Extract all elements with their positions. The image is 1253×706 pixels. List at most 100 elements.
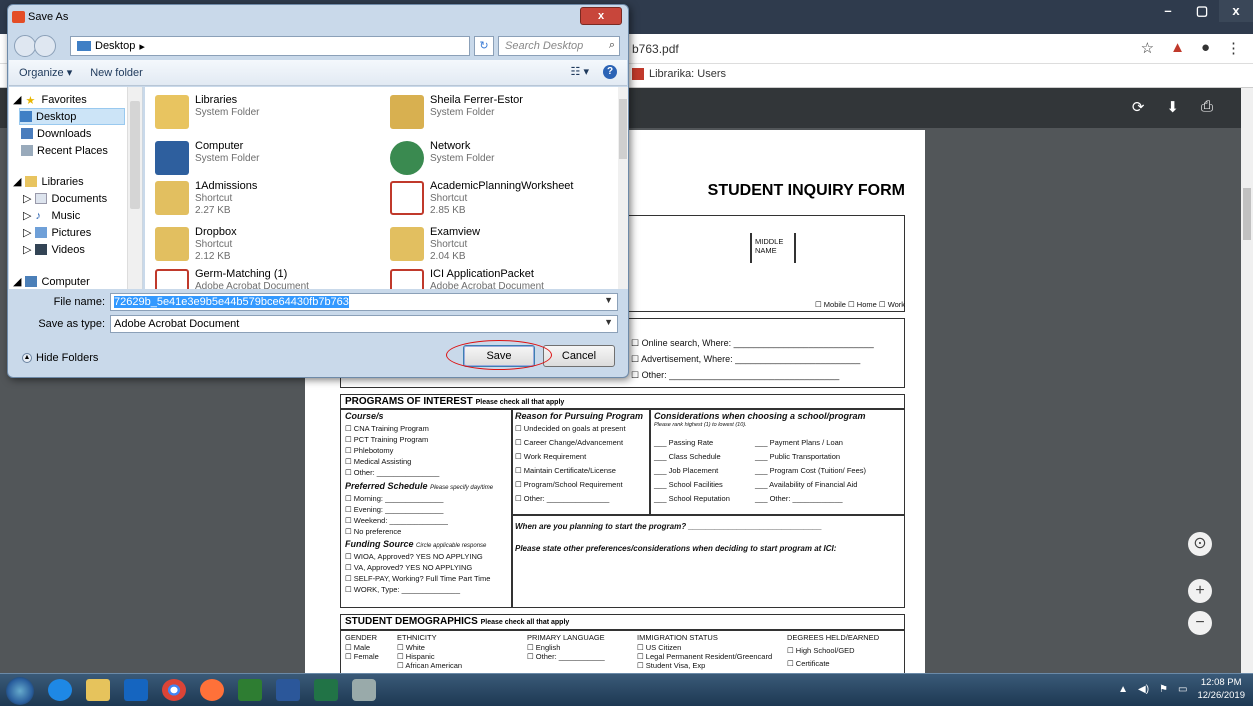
word-icon[interactable] bbox=[276, 679, 300, 701]
nav-downloads[interactable]: Downloads bbox=[21, 125, 91, 142]
file-list: Libraries System Folder Sheila Ferrer-Est… bbox=[145, 87, 618, 289]
help-icon[interactable]: ? bbox=[603, 65, 617, 79]
back-button[interactable] bbox=[14, 35, 36, 57]
course-option: ☐ Medical Assisting bbox=[345, 457, 412, 466]
organize-menu[interactable]: Organize ▾ bbox=[19, 66, 72, 79]
dialog-titlebar[interactable]: Save As x bbox=[8, 5, 628, 29]
star-bookmark-icon[interactable]: ☆ bbox=[1141, 39, 1154, 57]
chrome-icon[interactable] bbox=[162, 679, 186, 701]
file-name-input[interactable]: 72629b_5e41e3e9b5e44b579bce64430fb7b763 ▼ bbox=[110, 293, 618, 311]
file-explorer-icon[interactable] bbox=[86, 679, 110, 701]
breadcrumb-arrow-icon[interactable]: ▸ bbox=[139, 40, 145, 53]
flag-icon[interactable]: ⚑ bbox=[1159, 684, 1168, 695]
start-button[interactable] bbox=[6, 677, 34, 705]
nav-libraries[interactable]: ◢ Libraries bbox=[13, 173, 84, 190]
taskbar: ▲ ◀) ⚑ ▭ 12:08 PM 12/26/2019 bbox=[0, 673, 1253, 706]
reason-option: ☐ Work Requirement bbox=[515, 452, 587, 461]
scrollbar-thumb[interactable] bbox=[1243, 188, 1251, 240]
nav-videos[interactable]: ▷ Videos bbox=[23, 241, 85, 258]
internet-explorer-icon[interactable] bbox=[48, 679, 72, 701]
nav-music[interactable]: ▷ ♪ Music bbox=[23, 207, 80, 224]
file-item[interactable]: ICI ApplicationPacket Adobe Acrobat Docum… bbox=[386, 263, 616, 289]
nav-pictures[interactable]: ▷ Pictures bbox=[23, 224, 91, 241]
file-scrollbar-thumb[interactable] bbox=[619, 99, 627, 159]
print-icon[interactable]: ⎙ bbox=[1201, 98, 1213, 116]
file-item[interactable]: Dropbox Shortcut 2.12 KB bbox=[151, 221, 381, 267]
file-name: Network bbox=[430, 140, 471, 152]
zoom-out-button[interactable]: − bbox=[1188, 611, 1212, 635]
file-item[interactable]: Libraries System Folder bbox=[151, 89, 381, 135]
minimize-button[interactable]: – bbox=[1151, 0, 1185, 22]
excel-icon[interactable] bbox=[314, 679, 338, 701]
nav-desktop[interactable]: Desktop bbox=[19, 108, 125, 125]
nav-recent-places[interactable]: Recent Places bbox=[21, 142, 108, 159]
clock[interactable]: 12:08 PM 12/26/2019 bbox=[1197, 676, 1245, 702]
nav-documents[interactable]: ▷ Documents bbox=[23, 190, 107, 207]
search-placeholder: Search Desktop bbox=[505, 40, 584, 52]
consideration-item: ___ Program Cost (Tuition/ Fees) bbox=[755, 466, 867, 475]
demographic-option: ☐ Female bbox=[345, 652, 379, 661]
folder-shortcut-icon bbox=[390, 227, 424, 261]
download-icon[interactable]: ⬇ bbox=[1166, 98, 1179, 116]
consideration-item: ___ Public Transportation bbox=[755, 452, 841, 461]
firefox-icon[interactable] bbox=[200, 679, 224, 701]
file-item[interactable]: Germ-Matching (1) Adobe Acrobat Document bbox=[151, 263, 381, 289]
nav-pane-scrollbar[interactable] bbox=[127, 87, 142, 289]
file-item[interactable]: 1Admissions Shortcut 2.27 KB bbox=[151, 175, 381, 221]
view-options-icon[interactable]: ☷ ▾ bbox=[571, 65, 589, 79]
fit-page-button[interactable]: ⊙ bbox=[1188, 532, 1212, 556]
file-name-value: 72629b_5e41e3e9b5e44b579bce64430fb7b763 bbox=[114, 296, 349, 308]
save-type-select[interactable]: Adobe Acrobat Document ▼ bbox=[110, 315, 618, 333]
close-window-button[interactable]: x bbox=[1219, 0, 1253, 22]
file-item[interactable]: AcademicPlanningWorksheet Shortcut 2.85 KB bbox=[386, 175, 616, 221]
demographic-option: ☐ Certificate bbox=[787, 659, 830, 668]
funding-heading: Funding Source Circle applicable respons… bbox=[345, 539, 487, 549]
demographic-heading: GENDER bbox=[345, 633, 378, 642]
acrobat-extension-icon[interactable]: ▲ bbox=[1170, 39, 1185, 57]
bookmark-librarika[interactable]: Librarika: Users bbox=[632, 68, 726, 80]
cancel-button[interactable]: Cancel bbox=[543, 345, 615, 367]
stack-app-icon[interactable] bbox=[352, 679, 376, 701]
volume-icon[interactable]: ◀) bbox=[1138, 684, 1149, 695]
menu-icon[interactable]: ⋮ bbox=[1226, 39, 1241, 57]
file-type: Shortcut bbox=[195, 239, 233, 250]
dialog-close-button[interactable]: x bbox=[580, 7, 622, 25]
search-input[interactable]: Search Desktop ⌕ bbox=[498, 36, 620, 56]
nav-scrollbar-thumb[interactable] bbox=[130, 101, 140, 209]
funding-option: ☐ VA, Approved? YES NO APPLYING bbox=[345, 563, 473, 572]
dropdown-arrow-icon[interactable]: ▼ bbox=[604, 317, 613, 327]
pdf-icon bbox=[390, 269, 424, 289]
show-hidden-icons[interactable]: ▲ bbox=[1118, 684, 1128, 695]
refresh-button[interactable]: ↻ bbox=[474, 36, 494, 56]
demographic-heading: ETHNICITY bbox=[397, 633, 437, 642]
nav-computer[interactable]: ◢ Computer bbox=[13, 273, 90, 289]
publisher-icon[interactable] bbox=[238, 679, 262, 701]
file-item[interactable]: Sheila Ferrer-Estor System Folder bbox=[386, 89, 616, 135]
network-icon[interactable]: ▭ bbox=[1178, 684, 1187, 695]
course-option: ☐ PCT Training Program bbox=[345, 435, 429, 444]
media-player-icon[interactable] bbox=[124, 679, 148, 701]
forward-button[interactable] bbox=[34, 35, 56, 57]
save-highlight-annotation bbox=[446, 340, 552, 370]
hide-folders-button[interactable]: ▲ Hide Folders bbox=[22, 352, 98, 364]
file-list-scrollbar[interactable] bbox=[618, 87, 628, 289]
location-breadcrumb[interactable]: Desktop ▸ bbox=[70, 36, 470, 56]
new-folder-button[interactable]: New folder bbox=[90, 67, 143, 79]
maximize-button[interactable]: ▢ bbox=[1185, 0, 1219, 22]
window-controls: – ▢ x bbox=[1151, 0, 1253, 22]
profile-icon[interactable]: ● bbox=[1201, 39, 1210, 57]
libraries-icon bbox=[155, 95, 189, 129]
location-label: Desktop bbox=[95, 40, 136, 52]
reason-option: ☐ Career Change/Advancement bbox=[515, 438, 624, 447]
zoom-in-button[interactable]: + bbox=[1188, 579, 1212, 603]
demographic-heading: DEGREES HELD/EARNED bbox=[787, 633, 880, 642]
nav-favorites[interactable]: ◢ ★ Favorites bbox=[13, 91, 87, 108]
consideration-item: ___ Payment Plans / Loan bbox=[755, 438, 843, 447]
page-scrollbar[interactable] bbox=[1241, 88, 1253, 673]
collapse-arrow-icon: ◢ bbox=[13, 94, 22, 106]
rotate-icon[interactable]: ⟳ bbox=[1132, 98, 1145, 116]
dropdown-arrow-icon[interactable]: ▼ bbox=[604, 295, 613, 305]
videos-icon bbox=[35, 244, 48, 255]
file-item[interactable]: Examview Shortcut 2.04 KB bbox=[386, 221, 616, 267]
demographic-option: ☐ African American bbox=[397, 661, 463, 670]
